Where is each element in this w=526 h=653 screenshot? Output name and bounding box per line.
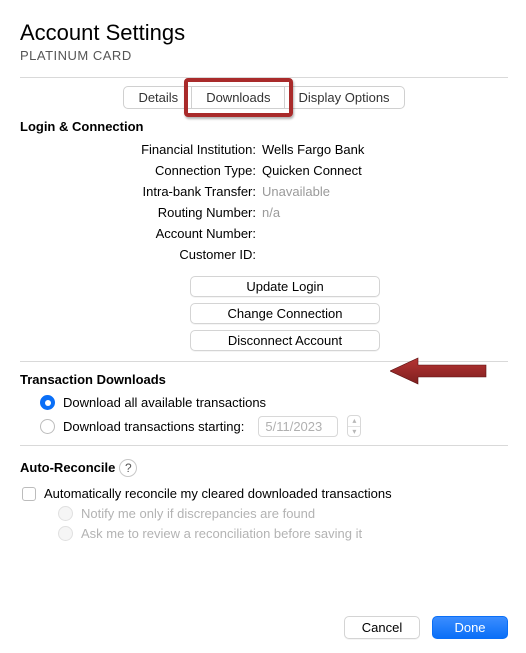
auto-reconcile-checkbox[interactable]	[22, 487, 36, 501]
auto-reconcile-label: Automatically reconcile my cleared downl…	[44, 486, 392, 501]
review-reconciliation-label: Ask me to review a reconciliation before…	[81, 526, 362, 541]
help-icon[interactable]: ?	[119, 459, 137, 477]
tab-display-options[interactable]: Display Options	[284, 86, 405, 109]
download-start-date[interactable]	[258, 416, 338, 437]
tab-downloads[interactable]: Downloads	[191, 86, 285, 109]
account-number-value	[262, 226, 508, 241]
intra-bank-value: Unavailable	[262, 184, 508, 199]
divider	[20, 361, 508, 362]
notify-discrepancies-radio	[58, 506, 73, 521]
stepper-down-icon: ▾	[348, 427, 360, 437]
change-connection-button[interactable]: Change Connection	[190, 303, 380, 324]
routing-number-value: n/a	[262, 205, 508, 220]
download-starting-radio[interactable]	[40, 419, 55, 434]
date-stepper[interactable]: ▴ ▾	[347, 415, 361, 437]
auto-reconcile-heading: Auto-Reconcile	[20, 460, 115, 475]
notify-discrepancies-label: Notify me only if discrepancies are foun…	[81, 506, 315, 521]
account-number-label: Account Number:	[20, 226, 262, 241]
footer-buttons: Cancel Done	[344, 616, 508, 639]
stepper-up-icon: ▴	[348, 416, 360, 427]
done-button[interactable]: Done	[432, 616, 508, 639]
tab-bar: Details Downloads Display Options	[20, 86, 508, 109]
review-reconciliation-radio	[58, 526, 73, 541]
login-connection-heading: Login & Connection	[20, 119, 508, 134]
divider	[20, 77, 508, 78]
download-all-label: Download all available transactions	[63, 395, 266, 410]
update-login-button[interactable]: Update Login	[190, 276, 380, 297]
customer-id-value	[262, 247, 508, 262]
disconnect-account-button[interactable]: Disconnect Account	[190, 330, 380, 351]
download-all-radio[interactable]	[40, 395, 55, 410]
fi-label: Financial Institution:	[20, 142, 262, 157]
transaction-downloads-heading: Transaction Downloads	[20, 372, 508, 387]
connection-type-label: Connection Type:	[20, 163, 262, 178]
account-subtitle: PLATINUM CARD	[20, 48, 508, 63]
routing-number-label: Routing Number:	[20, 205, 262, 220]
customer-id-label: Customer ID:	[20, 247, 262, 262]
intra-bank-label: Intra-bank Transfer:	[20, 184, 262, 199]
connection-type-value: Quicken Connect	[262, 163, 508, 178]
divider	[20, 445, 508, 446]
fi-value: Wells Fargo Bank	[262, 142, 508, 157]
download-starting-label: Download transactions starting:	[63, 419, 244, 434]
cancel-button[interactable]: Cancel	[344, 616, 420, 639]
tab-details[interactable]: Details	[123, 86, 193, 109]
page-title: Account Settings	[20, 20, 508, 46]
